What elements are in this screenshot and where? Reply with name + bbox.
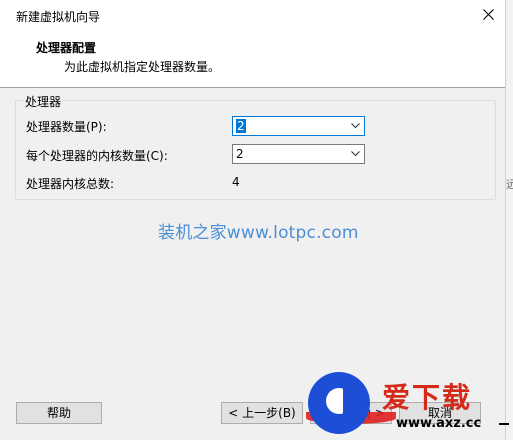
title-bar: 新建虚拟机向导 <box>0 0 505 30</box>
side-mark: 「 <box>506 142 513 158</box>
processor-group: 处理器 处理器数量(P): 2 每个处理器的内核数量(C): 2 处理器内核总数… <box>15 93 496 200</box>
processor-count-select[interactable]: 2 <box>232 116 365 136</box>
window-title: 新建虚拟机向导 <box>16 10 101 24</box>
close-button[interactable] <box>470 0 505 30</box>
logo-mark-icon <box>308 372 370 434</box>
processor-count-value: 2 <box>236 119 246 133</box>
wizard-header: 处理器配置 为此虚拟机指定处理器数量。 <box>0 30 505 87</box>
back-button[interactable]: < 上一步(B) <box>221 402 303 424</box>
side-mark: 「 <box>506 88 513 104</box>
logo-name: 爱下载 <box>382 381 473 414</box>
logo-url: www.axz.cc <box>396 416 482 431</box>
site-logo-watermark: 爱下载 www.axz.cc <box>306 368 513 440</box>
logo-dash <box>499 423 509 425</box>
chevron-down-icon <box>351 123 360 129</box>
close-icon <box>483 9 494 20</box>
processor-count-label: 处理器数量(P): <box>26 120 107 134</box>
cores-per-processor-value: 2 <box>236 147 244 161</box>
side-mark: 远 <box>506 178 513 191</box>
cores-per-processor-select[interactable]: 2 <box>232 144 365 164</box>
help-button[interactable]: 帮助 <box>16 402 102 424</box>
total-cores-label: 处理器内核总数: <box>26 177 115 191</box>
page-subtitle: 为此虚拟机指定处理器数量。 <box>64 60 221 74</box>
page-title: 处理器配置 <box>36 41 97 55</box>
watermark-text: 装机之家www.lotpc.com <box>158 223 359 243</box>
total-cores-value: 4 <box>232 175 240 189</box>
cores-per-processor-label: 每个处理器的内核数量(C): <box>26 149 168 163</box>
group-legend: 处理器 <box>24 93 63 110</box>
chevron-down-icon <box>351 151 360 157</box>
